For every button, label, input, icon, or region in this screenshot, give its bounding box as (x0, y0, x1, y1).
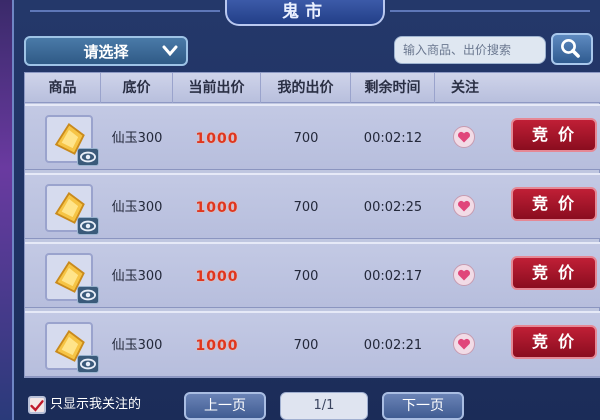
bid-button[interactable]: 竞价 (511, 187, 597, 221)
preview-eye-icon[interactable] (77, 286, 99, 304)
column-header-item: 商品 (25, 73, 101, 103)
time-left-value: 00:02:17 (363, 269, 423, 284)
column-header-follow: 关注 (451, 80, 479, 96)
item-name: 仙玉300 (111, 131, 163, 146)
current-bid-value: 1000 (195, 200, 239, 216)
follow-heart-icon[interactable] (453, 126, 475, 148)
column-header-my-bid: 我的出价 (261, 73, 351, 103)
checkmark-icon (30, 400, 44, 412)
search-button[interactable] (551, 33, 593, 65)
item-name: 仙玉300 (111, 269, 163, 284)
follow-heart-icon[interactable] (453, 333, 475, 355)
table-row: 仙玉300 1000 700 00:02:21 竞价 (25, 311, 600, 377)
column-header-current-bid: 当前出价 (173, 73, 261, 103)
bid-button[interactable]: 竞价 (511, 325, 597, 359)
category-select-label: 请选择 (83, 42, 129, 61)
item-name: 仙玉300 (111, 200, 163, 215)
bid-button[interactable]: 竞价 (511, 118, 597, 152)
table-row: 仙玉300 1000 700 00:02:17 竞价 (25, 242, 600, 308)
column-header-time-left: 剩余时间 (351, 73, 435, 103)
time-left-value: 00:02:21 (363, 338, 423, 353)
preview-eye-icon[interactable] (77, 148, 99, 166)
column-header-base-price: 底价 (101, 73, 173, 103)
page-title: 鬼市 (225, 0, 385, 26)
table-row: 仙玉300 1000 700 00:02:25 竞价 (25, 173, 600, 239)
chevron-down-icon (162, 45, 178, 57)
prev-page-button[interactable]: 上一页 (184, 392, 266, 420)
table-header: 商品 底价 当前出价 我的出价 剩余时间 关注 (25, 73, 600, 103)
my-bid-value: 700 (293, 338, 319, 353)
follow-heart-icon[interactable] (453, 195, 475, 217)
my-bid-value: 700 (293, 131, 319, 146)
table-row: 仙玉300 1000 700 00:02:12 竞价 (25, 104, 600, 170)
time-left-value: 00:02:25 (363, 200, 423, 215)
my-bid-value: 700 (293, 200, 319, 215)
current-bid-value: 1000 (195, 338, 239, 354)
next-page-button[interactable]: 下一页 (382, 392, 464, 420)
search-icon (561, 38, 580, 58)
page-indicator: 1/1 (280, 392, 368, 420)
preview-eye-icon[interactable] (77, 217, 99, 235)
auction-table: 商品 底价 当前出价 我的出价 剩余时间 关注 仙玉300 1000 700 0… (24, 72, 600, 378)
bid-button[interactable]: 竞价 (511, 256, 597, 290)
time-left-value: 00:02:12 (363, 131, 423, 146)
category-select[interactable]: 请选择 (24, 36, 188, 66)
show-followed-label: 只显示我关注的 (50, 397, 142, 412)
preview-eye-icon[interactable] (77, 355, 99, 373)
current-bid-value: 1000 (195, 269, 239, 285)
search-input[interactable] (394, 36, 546, 64)
show-followed-checkbox[interactable] (28, 396, 46, 414)
my-bid-value: 700 (293, 269, 319, 284)
title-deco-right (390, 10, 590, 12)
current-bid-value: 1000 (195, 131, 239, 147)
follow-heart-icon[interactable] (453, 264, 475, 286)
title-deco-left (30, 10, 220, 12)
item-name: 仙玉300 (111, 338, 163, 353)
